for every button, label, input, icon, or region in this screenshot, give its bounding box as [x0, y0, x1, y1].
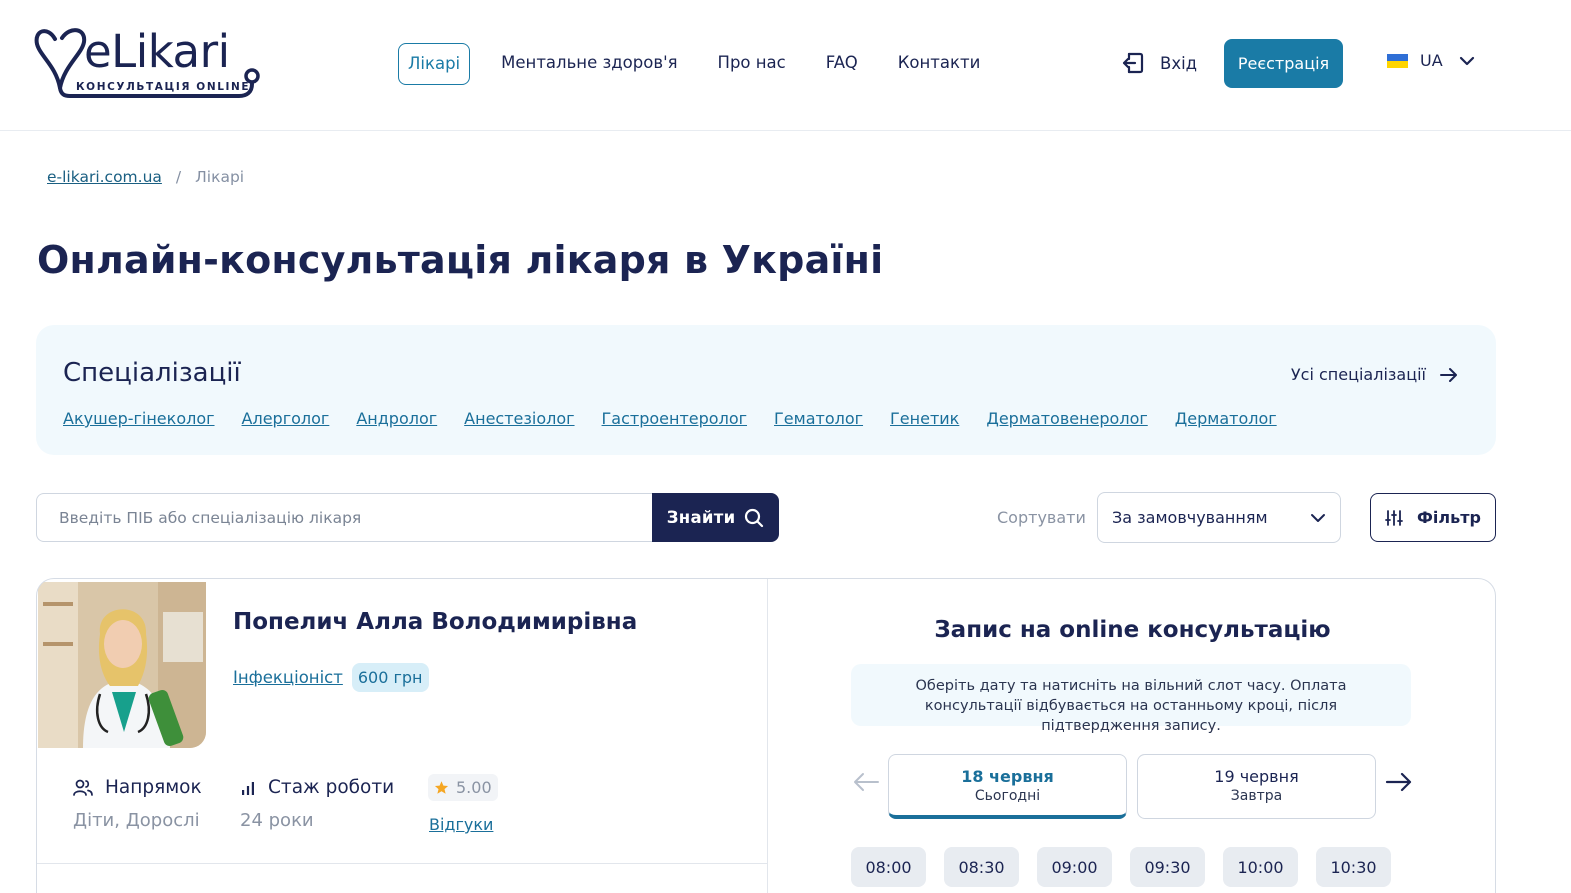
doctor-portrait-image [38, 582, 206, 748]
page-title: Онлайн-консультація лікаря в Україні [37, 238, 884, 282]
time-slots: 08:00 08:30 09:00 09:30 10:00 10:30 [851, 847, 1409, 887]
search-icon [745, 508, 764, 527]
direction-label: Напрямок [105, 777, 202, 798]
arrow-right-icon [1440, 367, 1457, 382]
date-tab-date: 18 червня [961, 767, 1054, 786]
ukraine-flag-icon [1387, 53, 1408, 68]
chevron-down-icon [1311, 513, 1325, 522]
filter-button[interactable]: Фільтр [1370, 493, 1496, 542]
filter-label: Фільтр [1417, 508, 1481, 527]
date-tab-tomorrow[interactable]: 19 червня Завтра [1137, 754, 1376, 819]
arrow-left-icon[interactable] [852, 772, 880, 792]
time-slot-button[interactable]: 08:00 [851, 847, 926, 887]
all-specializations-label: Усі спеціалізації [1290, 365, 1426, 384]
time-slot-button[interactable]: 10:00 [1223, 847, 1298, 887]
login-icon [1122, 52, 1144, 74]
breadcrumb-separator: / [175, 168, 182, 186]
sort-label: Сортувати [997, 508, 1086, 527]
price-badge: 600 грн [351, 663, 429, 692]
time-slot-button[interactable]: 08:30 [944, 847, 1019, 887]
star-icon [434, 781, 449, 794]
doctor-card: Попелич Алла Володимирівна Інфекціоніст … [36, 578, 1496, 893]
rating-block: 5.00 Відгуки [428, 774, 498, 834]
date-tab-date: 19 червня [1214, 767, 1299, 786]
nav-item-faq[interactable]: FAQ [817, 43, 867, 85]
logo-tagline: КОНСУЛЬТАЦІЯ ONLINE [76, 81, 251, 93]
date-tab-sub: Завтра [1230, 788, 1283, 804]
experience-label: Стаж роботи [268, 777, 395, 798]
doctor-info: Попелич Алла Володимирівна Інфекціоніст … [37, 579, 768, 893]
users-icon [73, 779, 93, 796]
booking-title: Запис на online консультацію [934, 617, 1331, 643]
doctor-specialty-row: Інфекціоніст 600 грн [233, 663, 429, 692]
rating-value: 5.00 [456, 778, 492, 797]
specializations-list: Акушер-гінеколог Алерголог Андролог Анес… [63, 409, 1304, 428]
specializations-title: Спеціалізації [63, 358, 241, 388]
logo-wordmark: eLikari [84, 25, 230, 78]
login-label: Вхід [1160, 53, 1198, 73]
doctor-specialty-link[interactable]: Інфекціоніст [233, 668, 343, 687]
booking-panel: Запис на online консультацію Оберіть дат… [768, 579, 1495, 893]
date-tab-sub: Сьогодні [974, 788, 1041, 804]
reviews-link[interactable]: Відгуки [428, 815, 498, 834]
nav-item-mental-health[interactable]: Ментальне здоров'я [492, 43, 686, 85]
nav-item-contacts[interactable]: Контакти [889, 43, 990, 85]
date-tab-today[interactable]: 18 червня Сьогодні [888, 754, 1127, 819]
specialization-link[interactable]: Гематолог [774, 409, 863, 428]
specialization-link[interactable]: Анестезіолог [464, 409, 574, 428]
specialization-link[interactable]: Дерматолог [1175, 409, 1277, 428]
specialization-link[interactable]: Генетик [890, 409, 959, 428]
search-input[interactable] [36, 493, 653, 542]
all-specializations-link[interactable]: Усі спеціалізації [1291, 365, 1458, 384]
bar-chart-icon [242, 781, 254, 795]
main-nav: Лікарі Ментальне здоров'я Про нас FAQ Ко… [398, 43, 989, 85]
breadcrumb-current: Лікарі [195, 168, 245, 186]
rating-badge: 5.00 [428, 774, 498, 801]
specialization-link[interactable]: Гастроентеролог [602, 409, 747, 428]
site-logo[interactable]: eLikari КОНСУЛЬТАЦІЯ ONLINE [34, 26, 260, 98]
search-button-label: Знайти [666, 508, 736, 527]
specializations-panel: Спеціалізації Усі спеціалізації Акушер-г… [36, 325, 1496, 455]
card-divider [37, 863, 768, 864]
specialization-link[interactable]: Акушер-гінеколог [63, 409, 215, 428]
language-selector[interactable]: UA [1387, 51, 1475, 70]
time-slot-button[interactable]: 09:00 [1037, 847, 1112, 887]
direction-block: Напрямок Діти, Дорослі [73, 777, 202, 831]
doctor-photo[interactable] [38, 582, 206, 748]
doctor-name[interactable]: Попелич Алла Володимирівна [233, 609, 637, 635]
experience-block: Стаж роботи 24 роки [240, 777, 394, 831]
doctor-search: Знайти [36, 493, 779, 542]
login-link[interactable]: Вхід [1120, 50, 1197, 76]
sort-selected-value: За замовчуванням [1112, 508, 1268, 527]
language-code: UA [1420, 51, 1443, 70]
time-slot-button[interactable]: 09:30 [1130, 847, 1205, 887]
direction-label-row: Напрямок [73, 777, 202, 798]
arrow-right-icon[interactable] [1385, 772, 1413, 792]
breadcrumb-home-link[interactable]: e-likari.com.ua [47, 168, 162, 186]
experience-value: 24 роки [240, 810, 314, 831]
time-slot-button[interactable]: 10:30 [1316, 847, 1391, 887]
sliders-icon [1385, 509, 1403, 526]
booking-note: Оберіть дату та натисніть на вільний сло… [851, 664, 1411, 734]
chevron-down-icon [1459, 56, 1474, 65]
nav-item-about[interactable]: Про нас [709, 43, 795, 85]
specialization-link[interactable]: Алерголог [242, 409, 330, 428]
nav-item-doctors[interactable]: Лікарі [398, 43, 471, 85]
specialization-link[interactable]: Андролог [356, 409, 437, 428]
experience-label-row: Стаж роботи [240, 777, 394, 798]
specialization-link[interactable]: Дерматовенеролог [986, 409, 1147, 428]
sort-select[interactable]: За замовчуванням [1097, 492, 1341, 543]
register-button[interactable]: Реєстрація [1224, 39, 1343, 88]
site-header: eLikari КОНСУЛЬТАЦІЯ ONLINE Лікарі Мента… [0, 0, 1571, 131]
breadcrumb: e-likari.com.ua / Лікарі [47, 168, 244, 186]
direction-value: Діти, Дорослі [73, 810, 200, 831]
search-button[interactable]: Знайти [652, 493, 779, 542]
